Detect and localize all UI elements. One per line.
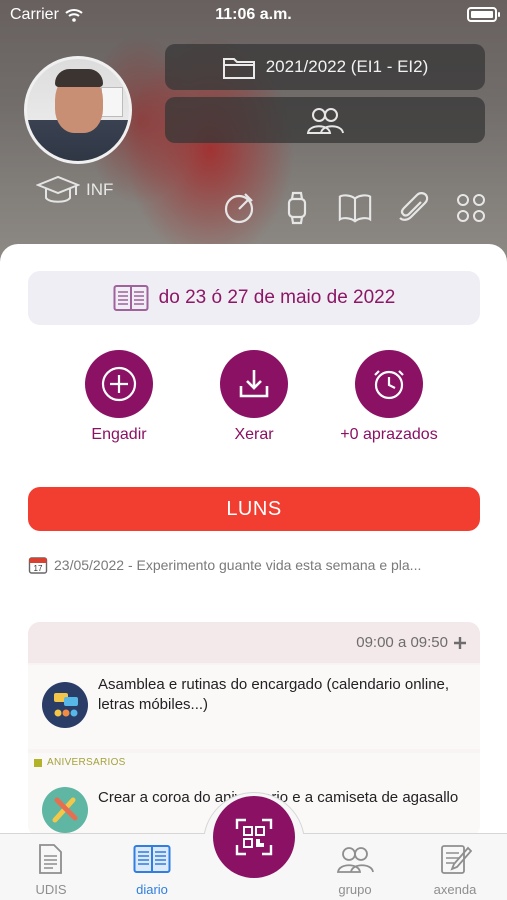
attachment-tool[interactable] xyxy=(395,190,431,226)
clock-icon xyxy=(374,370,404,400)
folder-icon xyxy=(222,58,255,79)
day-label: LUNS xyxy=(226,497,282,520)
group-selector-button[interactable] xyxy=(165,97,485,143)
activity-tag: ANIVERSARIOS xyxy=(34,757,126,768)
tab-diario-label: diario xyxy=(136,882,168,897)
more-tool[interactable] xyxy=(453,190,489,226)
plus-icon xyxy=(101,366,137,402)
qr-code-icon xyxy=(235,818,273,856)
tab-udis[interactable]: UDIS xyxy=(6,842,96,897)
tab-udis-label: UDIS xyxy=(35,882,67,897)
tab-axenda-label: axenda xyxy=(433,882,477,897)
notepad-icon xyxy=(441,845,472,874)
day-note[interactable]: 17 23/05/2022 - Experimento guante vida … xyxy=(28,555,480,575)
paperclip-icon xyxy=(399,192,429,221)
qr-scan-button[interactable] xyxy=(213,796,295,878)
crafts-icon xyxy=(42,787,88,833)
course-selector-button[interactable]: 2021/2022 (EI1 - EI2) xyxy=(165,44,485,90)
grid-dots-icon xyxy=(457,194,485,222)
book-tool[interactable] xyxy=(337,190,373,226)
svg-text:17: 17 xyxy=(34,564,43,573)
book-icon xyxy=(113,285,149,311)
smartwatch-icon xyxy=(287,191,307,225)
session-time-header[interactable]: 09:00 a 09:50 xyxy=(28,622,480,663)
session-time: 09:00 a 09:50 xyxy=(356,634,448,651)
add-session-icon[interactable] xyxy=(454,636,466,649)
status-time: 11:06 a.m. xyxy=(215,6,292,23)
activity-item[interactable]: Asamblea e rutinas do encargado (calenda… xyxy=(28,665,480,749)
timer-tool[interactable] xyxy=(221,190,257,226)
calendar-icon: 17 xyxy=(28,557,48,574)
tag-label: ANIVERSARIOS xyxy=(47,757,126,768)
teacher-avatar[interactable] xyxy=(24,56,132,164)
download-icon xyxy=(239,370,269,398)
generate-label: Xerar xyxy=(234,426,274,443)
level-label: INF xyxy=(86,180,114,199)
battery-icon xyxy=(467,7,500,22)
week-label: do 23 ó 27 de maio de 2022 xyxy=(158,287,396,308)
tab-axenda[interactable]: axenda xyxy=(410,842,500,897)
tab-grupo[interactable]: grupo xyxy=(310,842,400,897)
note-text: 23/05/2022 - Experimento guante vida est… xyxy=(54,557,422,573)
add-label: Engadir xyxy=(91,426,147,443)
day-header[interactable]: LUNS xyxy=(28,487,480,531)
group-icon xyxy=(336,847,374,873)
book-icon xyxy=(133,845,171,873)
document-icon xyxy=(39,844,62,874)
open-book-icon xyxy=(338,194,372,223)
postponed-button[interactable]: +0 aprazados xyxy=(319,350,459,444)
group-icon xyxy=(306,108,344,134)
header-toolbar xyxy=(221,190,489,226)
postponed-label: +0 aprazados xyxy=(340,426,438,443)
course-label: 2021/2022 (EI1 - EI2) xyxy=(265,57,429,76)
generate-button[interactable]: Xerar xyxy=(184,350,324,444)
watch-tool[interactable] xyxy=(279,190,315,226)
status-bar: Carrier 11:06 a.m. xyxy=(0,0,507,30)
add-button[interactable]: Engadir xyxy=(49,350,189,444)
week-selector[interactable]: do 23 ó 27 de maio de 2022 xyxy=(28,271,480,325)
graduation-cap-icon xyxy=(36,175,80,203)
tab-diario[interactable]: diario xyxy=(107,842,197,897)
stopwatch-icon xyxy=(224,193,254,224)
tab-grupo-label: grupo xyxy=(338,882,372,897)
assembly-icon xyxy=(42,682,88,728)
activity-text: Asamblea e rutinas do encargado (calenda… xyxy=(98,676,450,713)
education-level: INF xyxy=(36,175,113,205)
